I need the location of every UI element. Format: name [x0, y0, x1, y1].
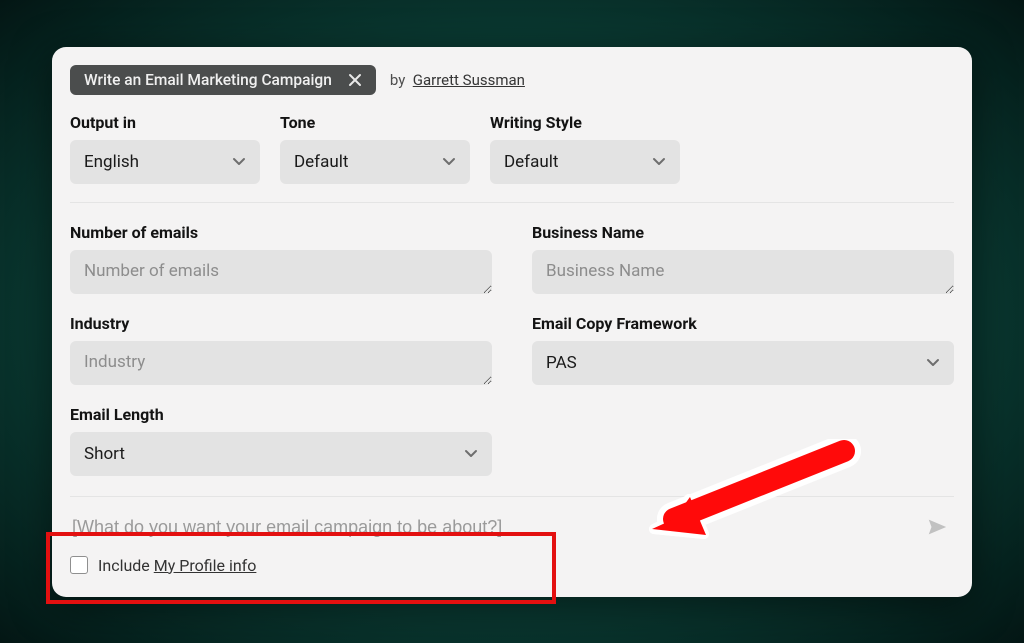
email-framework-label: Email Copy Framework — [532, 314, 954, 333]
by-prefix: by — [390, 71, 405, 89]
output-in-label: Output in — [70, 113, 260, 132]
template-chip-label: Write an Email Marketing Campaign — [84, 71, 332, 89]
tone-value: Default — [294, 152, 348, 172]
profile-checkbox-row: Include My Profile info — [70, 556, 954, 575]
email-length-block: Email Length Short — [70, 405, 492, 476]
email-framework-value: PAS — [546, 353, 577, 373]
template-chip[interactable]: Write an Email Marketing Campaign — [70, 65, 376, 95]
campaign-form-card: Write an Email Marketing Campaign by Gar… — [52, 47, 972, 597]
close-icon[interactable] — [346, 73, 364, 87]
profile-info-link[interactable]: My Profile info — [154, 556, 257, 575]
number-of-emails-input[interactable] — [70, 250, 492, 294]
business-name-label: Business Name — [532, 223, 954, 242]
author-link[interactable]: Garrett Sussman — [413, 71, 525, 89]
email-length-select[interactable]: Short — [70, 432, 492, 476]
include-profile-checkbox[interactable] — [70, 556, 88, 574]
form-grid: Number of emails Business Name Industry … — [70, 203, 954, 497]
tone-label: Tone — [280, 113, 470, 132]
industry-label: Industry — [70, 314, 492, 333]
include-profile-label: Include My Profile info — [98, 556, 256, 575]
tone-block: Tone Default — [280, 113, 470, 184]
chevron-down-icon — [652, 152, 666, 172]
byline: by Garrett Sussman — [390, 71, 525, 89]
output-in-block: Output in English — [70, 113, 260, 184]
email-framework-select[interactable]: PAS — [532, 341, 954, 385]
send-icon[interactable] — [922, 512, 952, 542]
top-selects: Output in English Tone Default Writing S… — [70, 113, 954, 203]
industry-input[interactable] — [70, 341, 492, 385]
include-prefix: Include — [98, 556, 150, 575]
number-of-emails-block: Number of emails — [70, 223, 492, 294]
email-length-label: Email Length — [70, 405, 492, 424]
prompt-input[interactable] — [70, 511, 922, 544]
chevron-down-icon — [926, 353, 940, 373]
writing-style-block: Writing Style Default — [490, 113, 680, 184]
prompt-row — [70, 511, 954, 552]
business-name-input[interactable] — [532, 250, 954, 294]
empty-cell — [532, 405, 954, 476]
number-of-emails-label: Number of emails — [70, 223, 492, 242]
writing-style-label: Writing Style — [490, 113, 680, 132]
email-framework-block: Email Copy Framework PAS — [532, 314, 954, 385]
output-in-value: English — [84, 152, 139, 172]
chevron-down-icon — [232, 152, 246, 172]
tone-select[interactable]: Default — [280, 140, 470, 184]
business-name-block: Business Name — [532, 223, 954, 294]
output-in-select[interactable]: English — [70, 140, 260, 184]
writing-style-value: Default — [504, 152, 558, 172]
industry-block: Industry — [70, 314, 492, 385]
writing-style-select[interactable]: Default — [490, 140, 680, 184]
email-length-value: Short — [84, 444, 125, 464]
header-row: Write an Email Marketing Campaign by Gar… — [70, 65, 954, 95]
chevron-down-icon — [442, 152, 456, 172]
chevron-down-icon — [464, 444, 478, 464]
